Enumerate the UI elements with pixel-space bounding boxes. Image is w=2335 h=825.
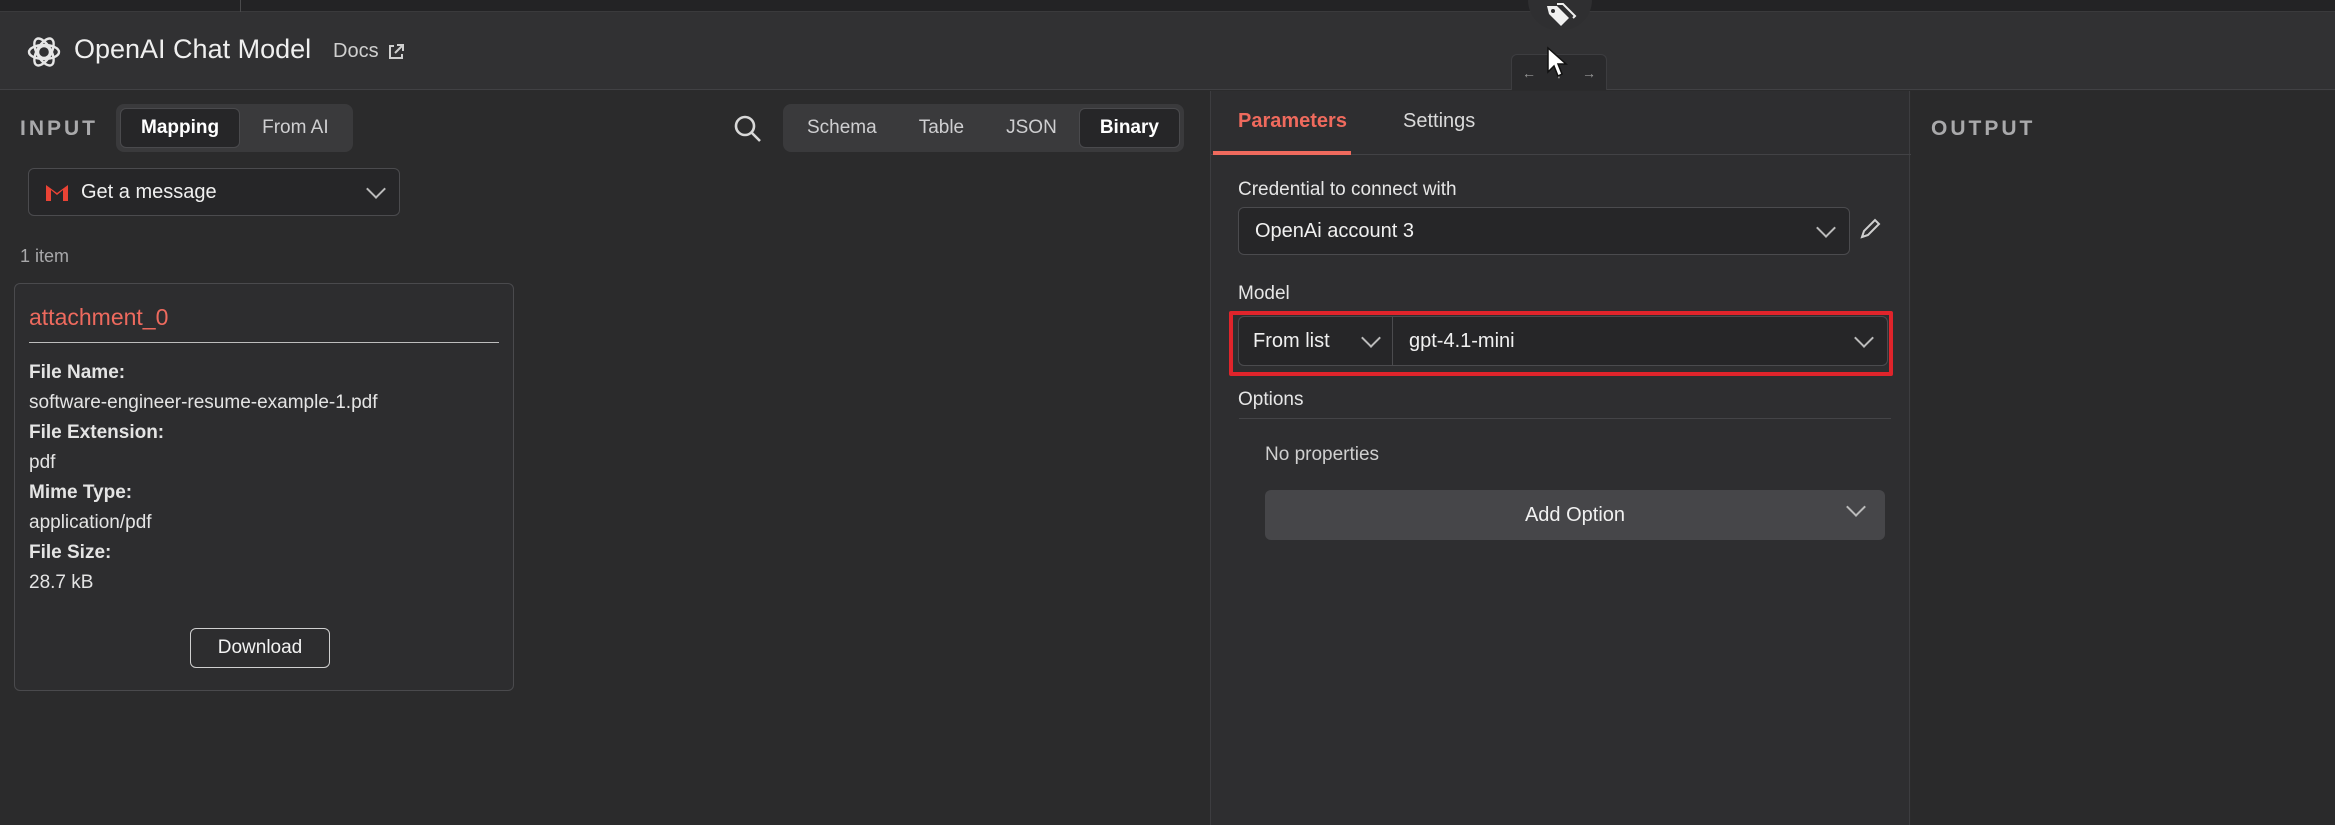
view-json[interactable]: JSON bbox=[986, 108, 1077, 148]
options-divider bbox=[1239, 418, 1891, 419]
credential-label: Credential to connect with bbox=[1238, 179, 1457, 200]
model-label: Model bbox=[1238, 283, 1290, 304]
openai-logo-icon bbox=[27, 37, 61, 67]
docs-label: Docs bbox=[333, 40, 379, 62]
node-header: OpenAI Chat Model Docs bbox=[0, 12, 2335, 90]
chevron-down-icon bbox=[366, 179, 386, 199]
binary-card: attachment_0 File Name: software-enginee… bbox=[14, 283, 514, 691]
input-panel: INPUT Mapping From AI Schema Table JSON … bbox=[0, 91, 1210, 825]
node-title: OpenAI Chat Model bbox=[74, 34, 312, 64]
tab-settings[interactable]: Settings bbox=[1403, 110, 1475, 133]
next-arrow-icon[interactable]: → bbox=[1582, 65, 1596, 81]
prev-arrow-icon[interactable]: ← bbox=[1522, 65, 1536, 81]
view-schema[interactable]: Schema bbox=[787, 108, 897, 148]
input-label: INPUT bbox=[20, 117, 98, 140]
mime-value: application/pdf bbox=[29, 512, 152, 533]
file-ext-value: pdf bbox=[29, 452, 56, 473]
docs-link[interactable]: Docs bbox=[333, 40, 405, 63]
size-key: File Size: bbox=[29, 542, 112, 563]
mouse-cursor-icon bbox=[1547, 46, 1568, 78]
tag-icon bbox=[1547, 3, 1577, 26]
file-name-value: software-engineer-resume-example-1.pdf bbox=[29, 392, 378, 413]
card-divider bbox=[29, 342, 499, 343]
output-label: OUTPUT bbox=[1931, 117, 2036, 140]
file-name-key: File Name: bbox=[29, 362, 126, 383]
item-count: 1 item bbox=[20, 246, 70, 266]
chevron-down-icon bbox=[1816, 218, 1836, 238]
binary-name: attachment_0 bbox=[29, 304, 169, 330]
mime-key: Mime Type: bbox=[29, 482, 133, 503]
size-value: 28.7 kB bbox=[29, 572, 94, 593]
search-icon[interactable] bbox=[730, 111, 766, 147]
credential-value: OpenAi account 3 bbox=[1255, 219, 1414, 242]
file-ext-key: File Extension: bbox=[29, 422, 165, 443]
add-option-label: Add Option bbox=[1524, 504, 1626, 526]
mode-mapping[interactable]: Mapping bbox=[120, 108, 241, 148]
credential-select[interactable]: OpenAi account 3 bbox=[1238, 207, 1850, 255]
node-select-value: Get a message bbox=[81, 180, 217, 203]
gmail-icon bbox=[46, 185, 68, 201]
external-link-icon bbox=[388, 43, 404, 59]
divider bbox=[240, 0, 241, 12]
view-toggle: Schema Table JSON Binary bbox=[783, 104, 1184, 152]
view-table[interactable]: Table bbox=[899, 108, 984, 148]
mode-from-ai[interactable]: From AI bbox=[242, 108, 349, 148]
binary-details: File Name: software-engineer-resume-exam… bbox=[29, 358, 378, 598]
no-properties-text: No properties bbox=[1265, 444, 1380, 465]
edit-pencil-icon[interactable] bbox=[1857, 216, 1883, 242]
tab-parameters[interactable]: Parameters bbox=[1238, 110, 1347, 133]
output-panel: OUTPUT bbox=[1911, 91, 2335, 825]
param-tabs: Parameters Settings bbox=[1211, 91, 1911, 155]
top-strip bbox=[0, 0, 2335, 12]
options-label: Options bbox=[1238, 389, 1304, 410]
view-binary[interactable]: Binary bbox=[1078, 108, 1180, 148]
parameters-panel: Parameters Settings Credential to connec… bbox=[1210, 91, 1911, 825]
download-button[interactable]: Download bbox=[190, 628, 330, 668]
input-node-select[interactable]: Get a message bbox=[28, 168, 400, 216]
highlight-box bbox=[1229, 311, 1893, 376]
input-mode-toggle: Mapping From AI bbox=[116, 104, 353, 152]
active-tab-indicator bbox=[1213, 151, 1351, 155]
add-option-button[interactable]: Add Option bbox=[1265, 490, 1885, 540]
